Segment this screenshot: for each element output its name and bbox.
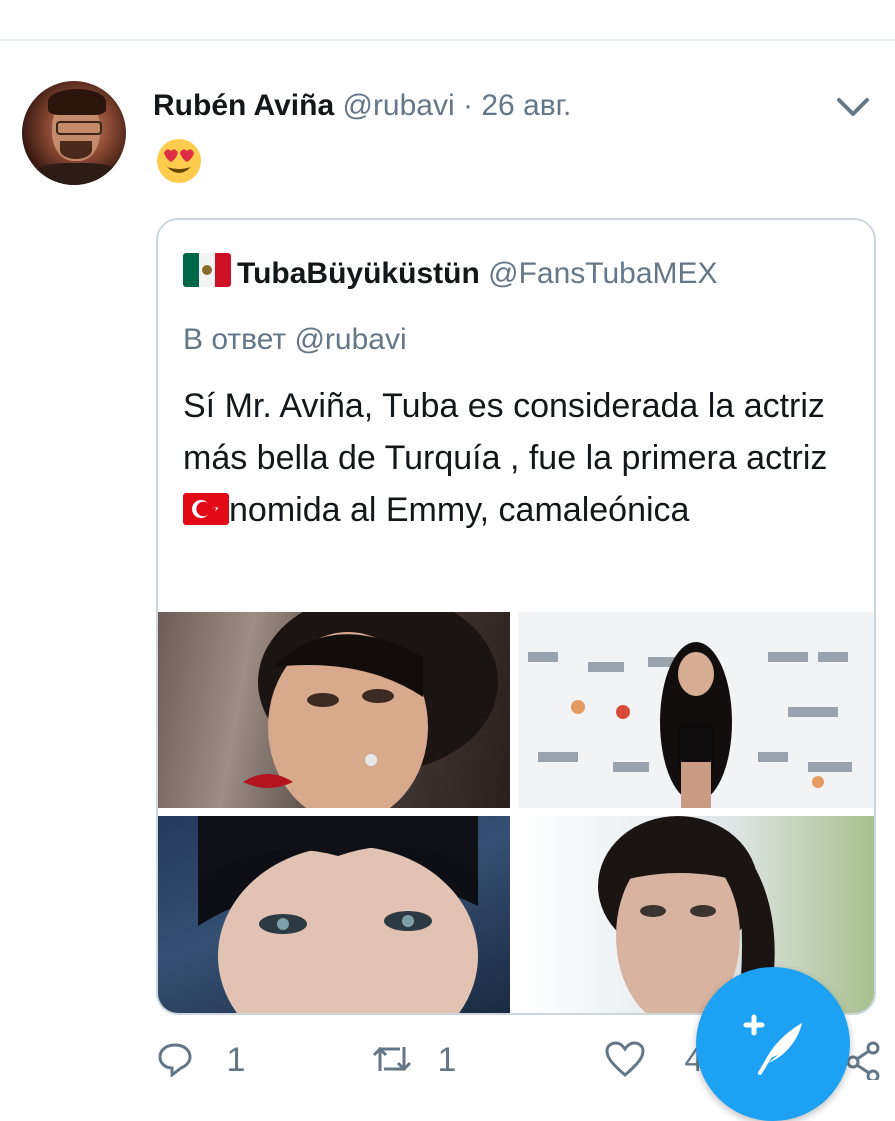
quoted-tweet-header: TubaBüyüküstün @FansTubaMEX xyxy=(183,253,718,294)
top-divider xyxy=(0,39,895,41)
tweet-date[interactable]: 26 авг. xyxy=(481,89,571,122)
reply-action[interactable]: 1 xyxy=(157,1040,245,1080)
like-action[interactable]: 4 xyxy=(605,1040,703,1080)
avatar[interactable] xyxy=(22,81,126,185)
quoted-text-part-2: nomida al Emmy, camaleónica xyxy=(229,491,690,529)
chevron-down-icon[interactable] xyxy=(833,92,873,122)
mexico-flag-icon xyxy=(183,253,231,287)
tweet-header: Rubén Aviña @rubavi · 26 авг. xyxy=(153,86,571,126)
reply-to-label: В ответ @rubavi xyxy=(183,323,407,356)
reply-icon xyxy=(158,1043,192,1079)
heart-icon xyxy=(605,1041,645,1077)
compose-feather-icon xyxy=(743,1014,802,1075)
photo-red-carpet[interactable] xyxy=(518,612,874,808)
retweet-action[interactable]: 1 xyxy=(372,1040,456,1080)
photo-portrait-red-lips[interactable] xyxy=(158,612,510,808)
quoted-text-part-1: Sí Mr. Aviña, Tuba es considerada la act… xyxy=(183,387,828,477)
heart-eyes-emoji-icon xyxy=(157,139,201,183)
share-action[interactable] xyxy=(845,1040,885,1089)
quoted-author-handle[interactable]: @FansTubaMEX xyxy=(488,257,717,290)
retweet-icon xyxy=(372,1046,412,1072)
author-name[interactable]: Rubén Aviña xyxy=(153,89,334,122)
quoted-author-name[interactable]: TubaBüyüküstün xyxy=(237,257,480,290)
header-separator: · xyxy=(463,89,473,122)
turkey-flag-icon xyxy=(183,493,229,525)
compose-tweet-button[interactable] xyxy=(696,967,850,1121)
reply-count: 1 xyxy=(226,1041,246,1079)
photo-portrait-short-hair[interactable] xyxy=(158,816,510,1013)
retweet-count: 1 xyxy=(437,1041,457,1079)
quoted-tweet[interactable]: TubaBüyüküstün @FansTubaMEX В ответ @rub… xyxy=(156,218,876,1015)
author-handle[interactable]: @rubavi xyxy=(342,89,454,122)
quoted-tweet-text: Sí Mr. Aviña, Tuba es considerada la act… xyxy=(183,380,853,536)
share-icon xyxy=(846,1041,880,1083)
